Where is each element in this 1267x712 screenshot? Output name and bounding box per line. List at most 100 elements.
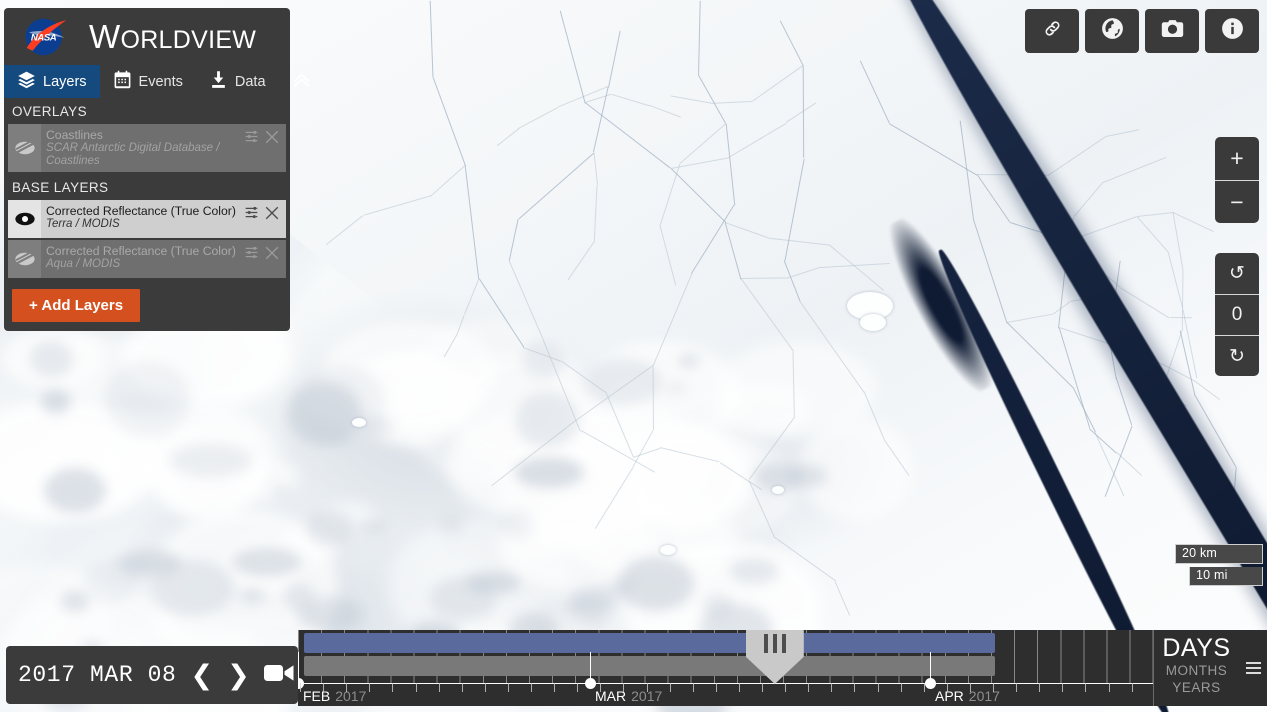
chevron-double-up-icon <box>290 68 313 96</box>
app-title-rest: ORLDVIEW <box>120 25 257 54</box>
day-tick <box>993 683 994 692</box>
tab-events-label: Events <box>138 73 183 90</box>
eye-icon[interactable] <box>8 200 41 238</box>
day-tick <box>392 683 394 692</box>
day-tick <box>646 683 648 692</box>
layer-title: Corrected Reflectance (True Color) <box>46 244 236 258</box>
timeline-zoom-days[interactable]: DAYS <box>1162 635 1230 662</box>
zoom-out-button[interactable]: − <box>1215 180 1259 223</box>
rotate-left-button[interactable]: ↺ <box>1215 253 1259 294</box>
worldview-app: + − ↺ 0 ↻ 20 km 10 mi NASA W ORLDVIEW La… <box>0 0 1267 712</box>
download-icon <box>209 70 228 93</box>
layer-info: Corrected Reflectance (True Color) Terra … <box>41 200 242 238</box>
layer-sections: OVERLAYS Coastlines SCAR Antarctic Digital… <box>4 98 290 278</box>
add-layers-button[interactable]: + Add Layers <box>12 289 141 322</box>
day-tick <box>900 683 902 692</box>
close-icon[interactable] <box>264 245 280 266</box>
timeline-zoom-levels: DAYS MONTHS YEARS <box>1153 630 1239 706</box>
tab-layers[interactable]: Layers <box>4 65 100 98</box>
timeline-track[interactable]: FEB 2017 MAR 2017 APR 2017 <box>298 630 1155 706</box>
layer-info: Corrected Reflectance (True Color) Aqua /… <box>41 240 242 278</box>
rotate-right-button[interactable]: ↻ <box>1215 335 1259 376</box>
month-year: 2017 <box>335 688 367 704</box>
projection-button[interactable] <box>1085 9 1139 53</box>
day-tick <box>1062 683 1064 692</box>
map-toolbar <box>1025 9 1259 53</box>
animation-button[interactable] <box>263 662 295 689</box>
timeline-menu-button[interactable] <box>1239 630 1267 706</box>
scale-metric[interactable]: 20 km <box>1175 544 1263 564</box>
scale-imperial[interactable]: 10 mi <box>1189 567 1263 586</box>
sidebar-collapse-button[interactable] <box>279 65 324 98</box>
day-tick <box>554 683 556 692</box>
sliders-icon[interactable] <box>244 205 259 225</box>
timeline: 2017 MAR 08 ❮ ❯ FEB 2017 MAR 2017 APR 2017 DA… <box>0 630 1267 712</box>
close-icon[interactable] <box>264 205 280 226</box>
next-day-button[interactable]: ❯ <box>227 661 250 689</box>
day-tick <box>1108 683 1110 692</box>
zoom-controls: + − <box>1215 137 1259 223</box>
tab-events[interactable]: Events <box>100 65 196 98</box>
layer-actions <box>242 124 286 172</box>
day-tick <box>969 683 971 692</box>
day-tick <box>877 683 879 692</box>
month-name: APR <box>935 688 964 704</box>
day-tick <box>577 683 579 692</box>
share-link-button[interactable] <box>1025 9 1079 53</box>
day-tick <box>507 683 509 692</box>
sliders-icon[interactable] <box>244 245 259 265</box>
rotate-reset-button[interactable]: 0 <box>1215 294 1259 335</box>
layer-row[interactable]: Corrected Reflectance (True Color) Terra … <box>8 200 286 238</box>
timeline-zoom-years[interactable]: YEARS <box>1172 681 1220 695</box>
day-tick <box>1016 683 1018 692</box>
layer-source: SCAR Antarctic Digital Database / Coastl… <box>46 142 220 167</box>
day-tick <box>1131 683 1133 692</box>
month-label: APR 2017 <box>935 688 1000 704</box>
day-tick <box>923 683 925 692</box>
layer-title: Corrected Reflectance (True Color) <box>46 204 236 218</box>
day-tick <box>854 683 856 692</box>
sliders-icon[interactable] <box>244 129 259 149</box>
month-label: FEB 2017 <box>303 688 366 704</box>
month-label: MAR 2017 <box>595 688 662 704</box>
current-date-label[interactable]: 2017 MAR 08 <box>18 662 176 688</box>
camera-icon <box>1159 15 1186 47</box>
day-tick <box>531 683 532 692</box>
layer-info: Coastlines SCAR Antarctic Digital Databas… <box>41 124 242 172</box>
close-icon[interactable] <box>264 129 280 150</box>
tab-layers-label: Layers <box>43 73 87 90</box>
calendar-icon <box>113 70 132 93</box>
hamburger-icon <box>1245 667 1261 669</box>
day-tick <box>346 683 348 692</box>
tab-data[interactable]: Data <box>196 65 279 98</box>
day-tick <box>600 683 602 692</box>
coverage-bar <box>304 633 995 653</box>
layer-row[interactable]: Coastlines SCAR Antarctic Digital Databas… <box>8 124 286 172</box>
day-tick <box>669 683 671 692</box>
month-name: FEB <box>303 688 331 704</box>
day-tick <box>692 683 694 692</box>
day-tick <box>808 683 810 692</box>
layer-row[interactable]: Corrected Reflectance (True Color) Aqua /… <box>8 240 286 278</box>
timeline-date-cursor[interactable] <box>745 630 804 684</box>
tab-data-label: Data <box>234 73 266 90</box>
drag-handle-icon <box>745 630 804 684</box>
layer-source: Aqua / MODIS <box>46 258 121 270</box>
info-button[interactable] <box>1205 9 1259 53</box>
eye-slash-icon[interactable] <box>8 124 41 172</box>
day-tick <box>415 683 417 692</box>
app-title-cap: W <box>89 17 121 55</box>
day-tick <box>762 683 763 692</box>
day-tick <box>1085 683 1087 692</box>
layer-title: Coastlines <box>46 128 103 142</box>
eye-slash-icon[interactable] <box>8 240 41 278</box>
zoom-in-button[interactable]: + <box>1215 137 1259 180</box>
layers-icon <box>17 70 36 93</box>
nasa-logo-icon: NASA <box>22 16 78 58</box>
day-tick <box>715 683 717 692</box>
timeline-zoom-months[interactable]: MONTHS <box>1166 664 1228 678</box>
previous-day-button[interactable]: ❮ <box>190 661 213 689</box>
layer-source: Terra / MODIS <box>46 218 120 230</box>
snapshot-button[interactable] <box>1145 9 1199 53</box>
layer-actions <box>242 200 286 238</box>
